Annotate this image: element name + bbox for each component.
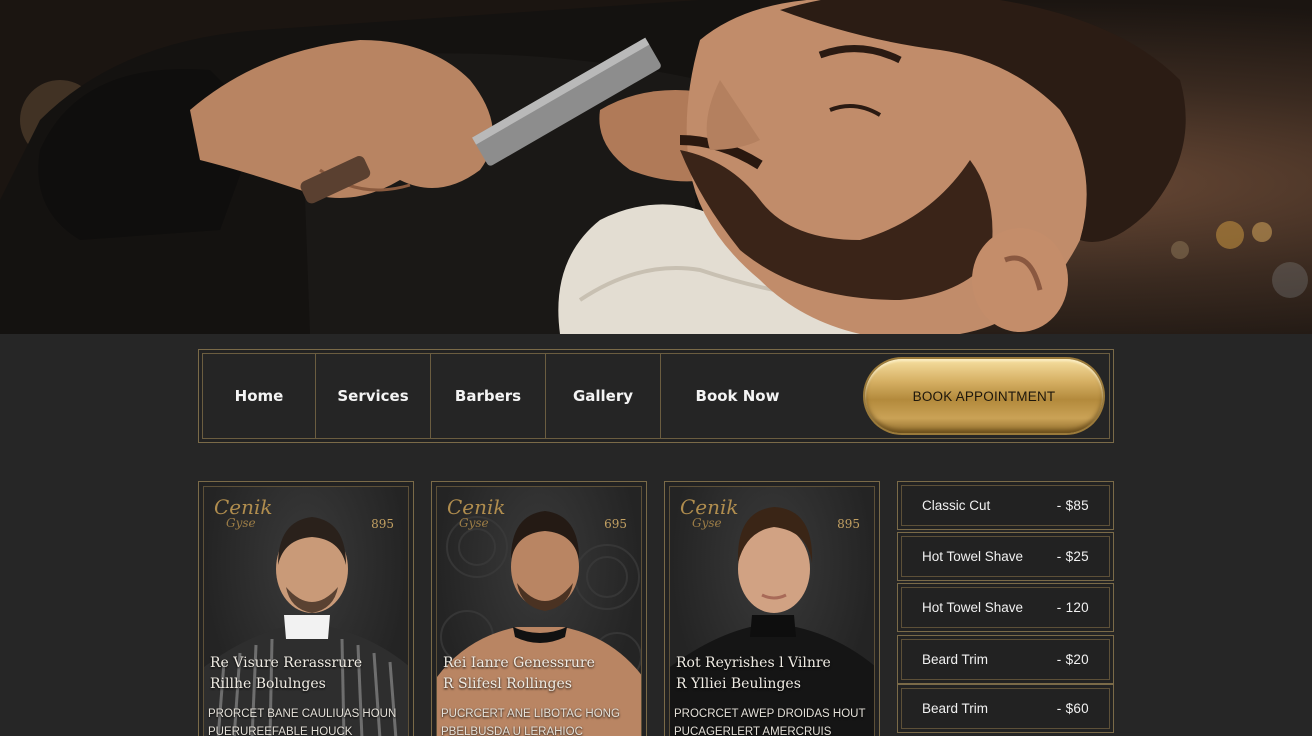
service-price: - $85 [1056, 498, 1089, 513]
card-title-line-2: R Ylliei Beulinges [676, 676, 801, 692]
service-item-hot-towel-shave-2[interactable]: Hot Towel Shave - 120 [897, 583, 1114, 632]
service-name: Beard Trim [922, 652, 989, 667]
card-price: 895 [837, 517, 860, 531]
card-description: PRORCET BANE CAULIUAS HOUN PUERUREEFABLE… [208, 705, 408, 736]
card-logo: Cenik Gyse [680, 497, 739, 529]
barber-card-inner: Cenik Gyse 695 Rei Ianre Genessrure R Sli… [436, 486, 642, 736]
card-description: PROCRCET AWEP DROIDAS HOUT PUCAGERLERT A… [674, 705, 874, 736]
nav-bar: Home Services Barbers Gallery Book Now B… [202, 353, 1110, 439]
main-navigation: Home Services Barbers Gallery Book Now B… [198, 349, 1114, 443]
card-desc-line-2: PBELBUSDA U LERAHIOC [441, 726, 583, 736]
card-title: Re Visure Rerassrure Rillhe Bolulnges [210, 653, 408, 695]
service-row: Beard Trim - $20 [901, 639, 1110, 680]
service-item-beard-trim[interactable]: Beard Trim - $20 [897, 635, 1114, 684]
barber-card[interactable]: Cenik Gyse 895 Re Visure Rerassrure Rillh… [198, 481, 414, 736]
barber-card-inner: Cenik Gyse 895 Rot Reyrishes l Vilnre R Y… [669, 486, 875, 736]
hero-image [0, 0, 1312, 334]
nav-item-services[interactable]: Services [316, 354, 431, 438]
service-row: Hot Towel Shave - 120 [901, 587, 1110, 628]
card-desc-line-1: PUCRCERT ANE LIBOTAC HONG [441, 708, 620, 720]
card-title-line-1: Rei Ianre Genessrure [443, 655, 595, 671]
barber-card[interactable]: Cenik Gyse 695 Rei Ianre Genessrure R Sli… [431, 481, 647, 736]
card-price: 695 [604, 517, 627, 531]
card-price: 895 [371, 517, 394, 531]
service-name: Beard Trim [922, 701, 989, 716]
card-title-line-1: Re Visure Rerassrure [210, 655, 363, 671]
service-name: Hot Towel Shave [922, 549, 1024, 564]
card-desc-line-2: PUCAGERLERT AMERCRUIS [674, 726, 832, 736]
service-price: - $20 [1056, 652, 1089, 667]
card-desc-line-1: PROCRCET AWEP DROIDAS HOUT [674, 708, 866, 720]
card-logo: Cenik Gyse [447, 497, 506, 529]
service-item-classic-cut[interactable]: Classic Cut - $85 [897, 481, 1114, 530]
nav-item-barbers[interactable]: Barbers [431, 354, 546, 438]
card-logo: Cenik Gyse [214, 497, 273, 529]
service-price: - 120 [1056, 600, 1089, 615]
barber-scene-illustration [0, 0, 1308, 334]
barber-card-inner: Cenik Gyse 895 Re Visure Rerassrure Rillh… [203, 486, 409, 736]
service-name: Hot Towel Shave [922, 600, 1024, 615]
card-desc-line-1: PRORCET BANE CAULIUAS HOUN [208, 708, 397, 720]
card-title-line-2: Rillhe Bolulnges [210, 676, 326, 692]
card-title: Rei Ianre Genessrure R Slifesl Rollinges [443, 653, 641, 695]
service-price: - $60 [1056, 701, 1089, 716]
card-title-line-2: R Slifesl Rollinges [443, 676, 572, 692]
card-title: Rot Reyrishes l Vilnre R Ylliei Beulinge… [676, 653, 874, 695]
card-description: PUCRCERT ANE LIBOTAC HONG PBELBUSDA U LE… [441, 705, 641, 736]
card-desc-line-2: PUERUREEFABLE HOUCK [208, 726, 353, 736]
nav-item-home[interactable]: Home [203, 354, 316, 438]
service-row: Beard Trim - $60 [901, 688, 1110, 729]
book-appointment-button[interactable]: BOOK APPOINTMENT [865, 359, 1103, 433]
service-row: Classic Cut - $85 [901, 485, 1110, 526]
service-item-hot-towel-shave[interactable]: Hot Towel Shave - $25 [897, 532, 1114, 581]
service-row: Hot Towel Shave - $25 [901, 536, 1110, 577]
service-item-beard-trim-2[interactable]: Beard Trim - $60 [897, 684, 1114, 733]
service-price: - $25 [1056, 549, 1089, 564]
service-name: Classic Cut [922, 498, 991, 513]
barber-card[interactable]: Cenik Gyse 895 Rot Reyrishes l Vilnre R Y… [664, 481, 880, 736]
nav-item-book-now[interactable]: Book Now [661, 354, 814, 438]
card-title-line-1: Rot Reyrishes l Vilnre [676, 655, 831, 671]
nav-item-gallery[interactable]: Gallery [546, 354, 661, 438]
